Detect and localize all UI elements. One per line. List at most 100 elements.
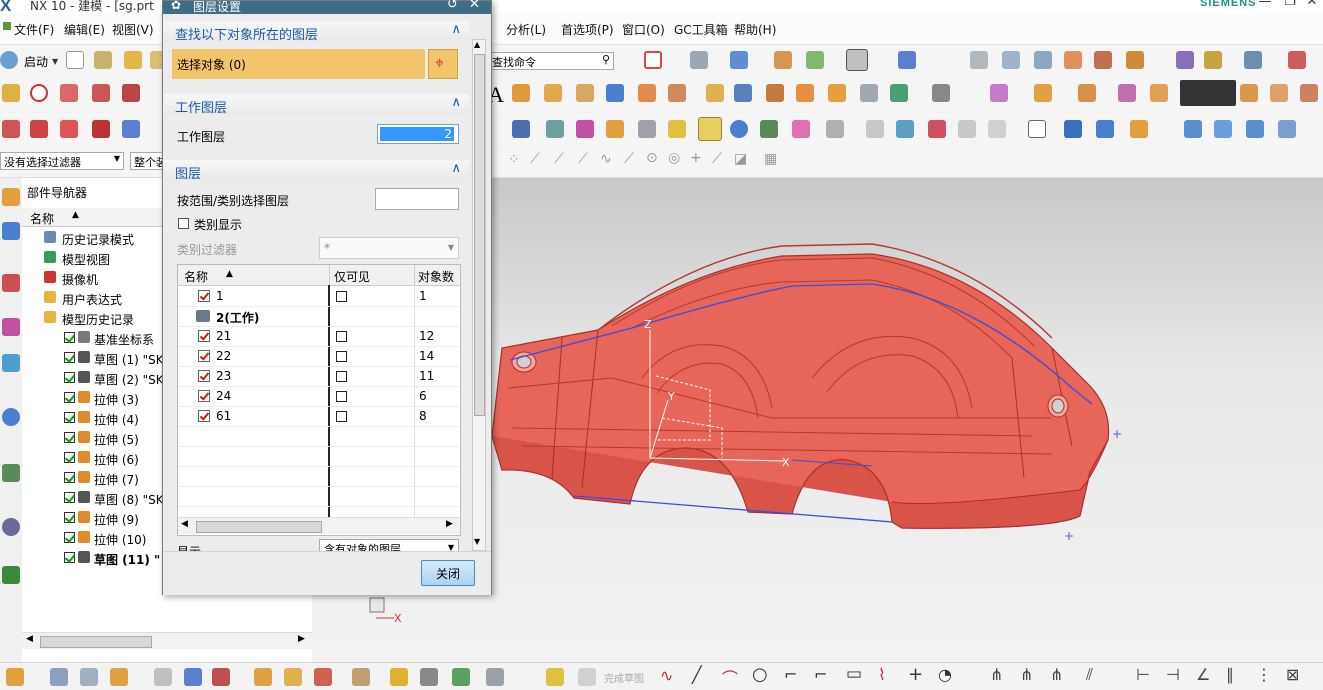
- import-icon[interactable]: [94, 51, 112, 69]
- snap-on-curve-icon[interactable]: ⟋: [712, 151, 722, 167]
- paint-icon[interactable]: [576, 120, 594, 138]
- angular-dimension-icon[interactable]: ∠: [1196, 665, 1210, 684]
- open-folder-icon[interactable]: [124, 51, 142, 69]
- shell-icon[interactable]: [1270, 84, 1288, 102]
- part-body[interactable]: [491, 243, 1110, 529]
- ellipse-icon[interactable]: ◔: [938, 665, 952, 684]
- sketch-tool-icon[interactable]: [2, 84, 20, 102]
- color-swatch-icon[interactable]: [846, 49, 868, 71]
- select-object-button[interactable]: ⌖: [428, 49, 458, 79]
- spline-icon[interactable]: [122, 84, 140, 102]
- layer-settings-icon[interactable]: [970, 51, 988, 69]
- layer-visible-checkbox[interactable]: [198, 370, 210, 382]
- keyboard-icon[interactable]: [1180, 80, 1236, 106]
- col-object-count-header[interactable]: 对象数: [418, 268, 454, 285]
- col-name-header[interactable]: 名称: [184, 268, 208, 285]
- deform-icon[interactable]: [314, 668, 332, 686]
- restore-icon[interactable]: ❐: [1280, 0, 1300, 12]
- hole-icon[interactable]: [890, 84, 908, 102]
- visible-only-checkbox[interactable]: [336, 291, 347, 302]
- layer-visible-checkbox[interactable]: [198, 410, 210, 422]
- explode-icon[interactable]: [212, 668, 230, 686]
- navigator-scroll-thumb[interactable]: [40, 636, 152, 648]
- assembly-icon[interactable]: [50, 668, 68, 686]
- close-button[interactable]: 关闭: [421, 560, 475, 586]
- close-window-icon[interactable]: ✕: [1302, 0, 1322, 12]
- line-icon[interactable]: ╱: [692, 665, 702, 684]
- category-filter-select[interactable]: * ▼: [319, 237, 459, 259]
- feature-checkbox[interactable]: [64, 532, 75, 543]
- snap-end-icon[interactable]: [1126, 51, 1144, 69]
- fit-view-icon[interactable]: [644, 51, 662, 69]
- scroll-right-icon[interactable]: ▶: [298, 634, 305, 644]
- visible-only-checkbox[interactable]: [336, 331, 347, 342]
- menu-file[interactable]: 文件(F): [14, 21, 54, 38]
- resource-tab-part-navigator-icon[interactable]: [2, 274, 20, 292]
- surface-icon[interactable]: [1184, 120, 1202, 138]
- visible-only-checkbox[interactable]: [336, 371, 347, 382]
- wave-icon[interactable]: [254, 668, 272, 686]
- auto-constrain-icon[interactable]: ⊠: [1286, 665, 1299, 684]
- split-body-icon[interactable]: [1150, 84, 1168, 102]
- trim-icon[interactable]: [60, 84, 78, 102]
- layer-row[interactable]: 61 8: [178, 406, 460, 427]
- section-find-header[interactable]: 查找以下对象所在的图层 ∧: [164, 21, 469, 43]
- category-display-checkbox[interactable]: [178, 218, 189, 229]
- book-icon[interactable]: [734, 84, 752, 102]
- feature-checkbox[interactable]: [64, 412, 75, 423]
- mirror-icon[interactable]: [828, 84, 846, 102]
- mesh-icon[interactable]: [1214, 120, 1232, 138]
- swept-icon[interactable]: [1278, 120, 1296, 138]
- new-file-icon[interactable]: [66, 51, 84, 69]
- pad-icon[interactable]: [706, 84, 724, 102]
- feature-checkbox[interactable]: [64, 392, 75, 403]
- menu-gc-toolbox[interactable]: GC工具箱: [674, 21, 728, 38]
- wireframe-icon[interactable]: [958, 120, 976, 138]
- trim-body-icon[interactable]: [1118, 84, 1136, 102]
- subtract-icon[interactable]: [1034, 84, 1052, 102]
- circle-icon[interactable]: ○: [752, 664, 768, 685]
- col-visible-only-header[interactable]: 仅可见: [334, 268, 370, 285]
- scroll-left-icon[interactable]: ◀: [26, 634, 33, 644]
- snap-end-point-icon[interactable]: ⟋: [530, 151, 540, 167]
- collapse-icon[interactable]: ∧: [451, 22, 461, 37]
- move-layer-icon[interactable]: [1002, 51, 1020, 69]
- arc-icon[interactable]: ⌒: [722, 665, 738, 689]
- polygon-icon[interactable]: ⌇: [878, 665, 886, 684]
- active-light-icon[interactable]: [698, 117, 722, 141]
- snap-grid-icon[interactable]: [1288, 51, 1306, 69]
- linear-dimension-icon[interactable]: ⊣: [1166, 665, 1180, 684]
- column-header-name[interactable]: 名称: [30, 210, 54, 227]
- layer-visible-checkbox[interactable]: [198, 350, 210, 362]
- layer-visible-checkbox[interactable]: [198, 330, 210, 342]
- drawing-icon[interactable]: [80, 668, 98, 686]
- add-component-icon[interactable]: [110, 668, 128, 686]
- quick-extend-icon[interactable]: ⋔: [1020, 665, 1033, 684]
- ruled-icon[interactable]: [1246, 120, 1264, 138]
- resource-tab-history-icon[interactable]: [2, 464, 20, 482]
- profile-icon[interactable]: [92, 120, 110, 138]
- snap-any-icon[interactable]: ⁘: [508, 152, 520, 168]
- tube-icon[interactable]: [606, 84, 624, 102]
- layer-visible-checkbox[interactable]: [198, 390, 210, 402]
- scope-select[interactable]: 整个装: [130, 152, 164, 170]
- scroll-down-icon[interactable]: ▼: [474, 537, 480, 546]
- close-icon[interactable]: ✕: [469, 0, 480, 12]
- snap-existing-point-icon[interactable]: +: [690, 150, 702, 166]
- finish-sketch-label[interactable]: 完成草图: [604, 670, 644, 685]
- snap-mid-icon[interactable]: [1094, 51, 1112, 69]
- light-icon[interactable]: [668, 120, 686, 138]
- palette-icon[interactable]: [792, 120, 810, 138]
- user-icon[interactable]: [730, 120, 748, 138]
- sketch-curve-bottom[interactable]: [573, 495, 893, 523]
- chamfer-icon[interactable]: ⌐: [814, 665, 827, 684]
- chevron-down-icon[interactable]: ▼: [52, 57, 58, 66]
- film-icon[interactable]: [512, 120, 530, 138]
- feature-checkbox[interactable]: [64, 452, 75, 463]
- point-icon[interactable]: +: [908, 664, 923, 685]
- display-select[interactable]: 含有对象的图层 ▼: [319, 539, 459, 551]
- render-style-icon[interactable]: [690, 51, 708, 69]
- resource-tab-constraint-icon[interactable]: [2, 222, 20, 240]
- chain-icon[interactable]: [390, 668, 408, 686]
- command-search-input[interactable]: 查找命令 ⚲: [488, 52, 614, 70]
